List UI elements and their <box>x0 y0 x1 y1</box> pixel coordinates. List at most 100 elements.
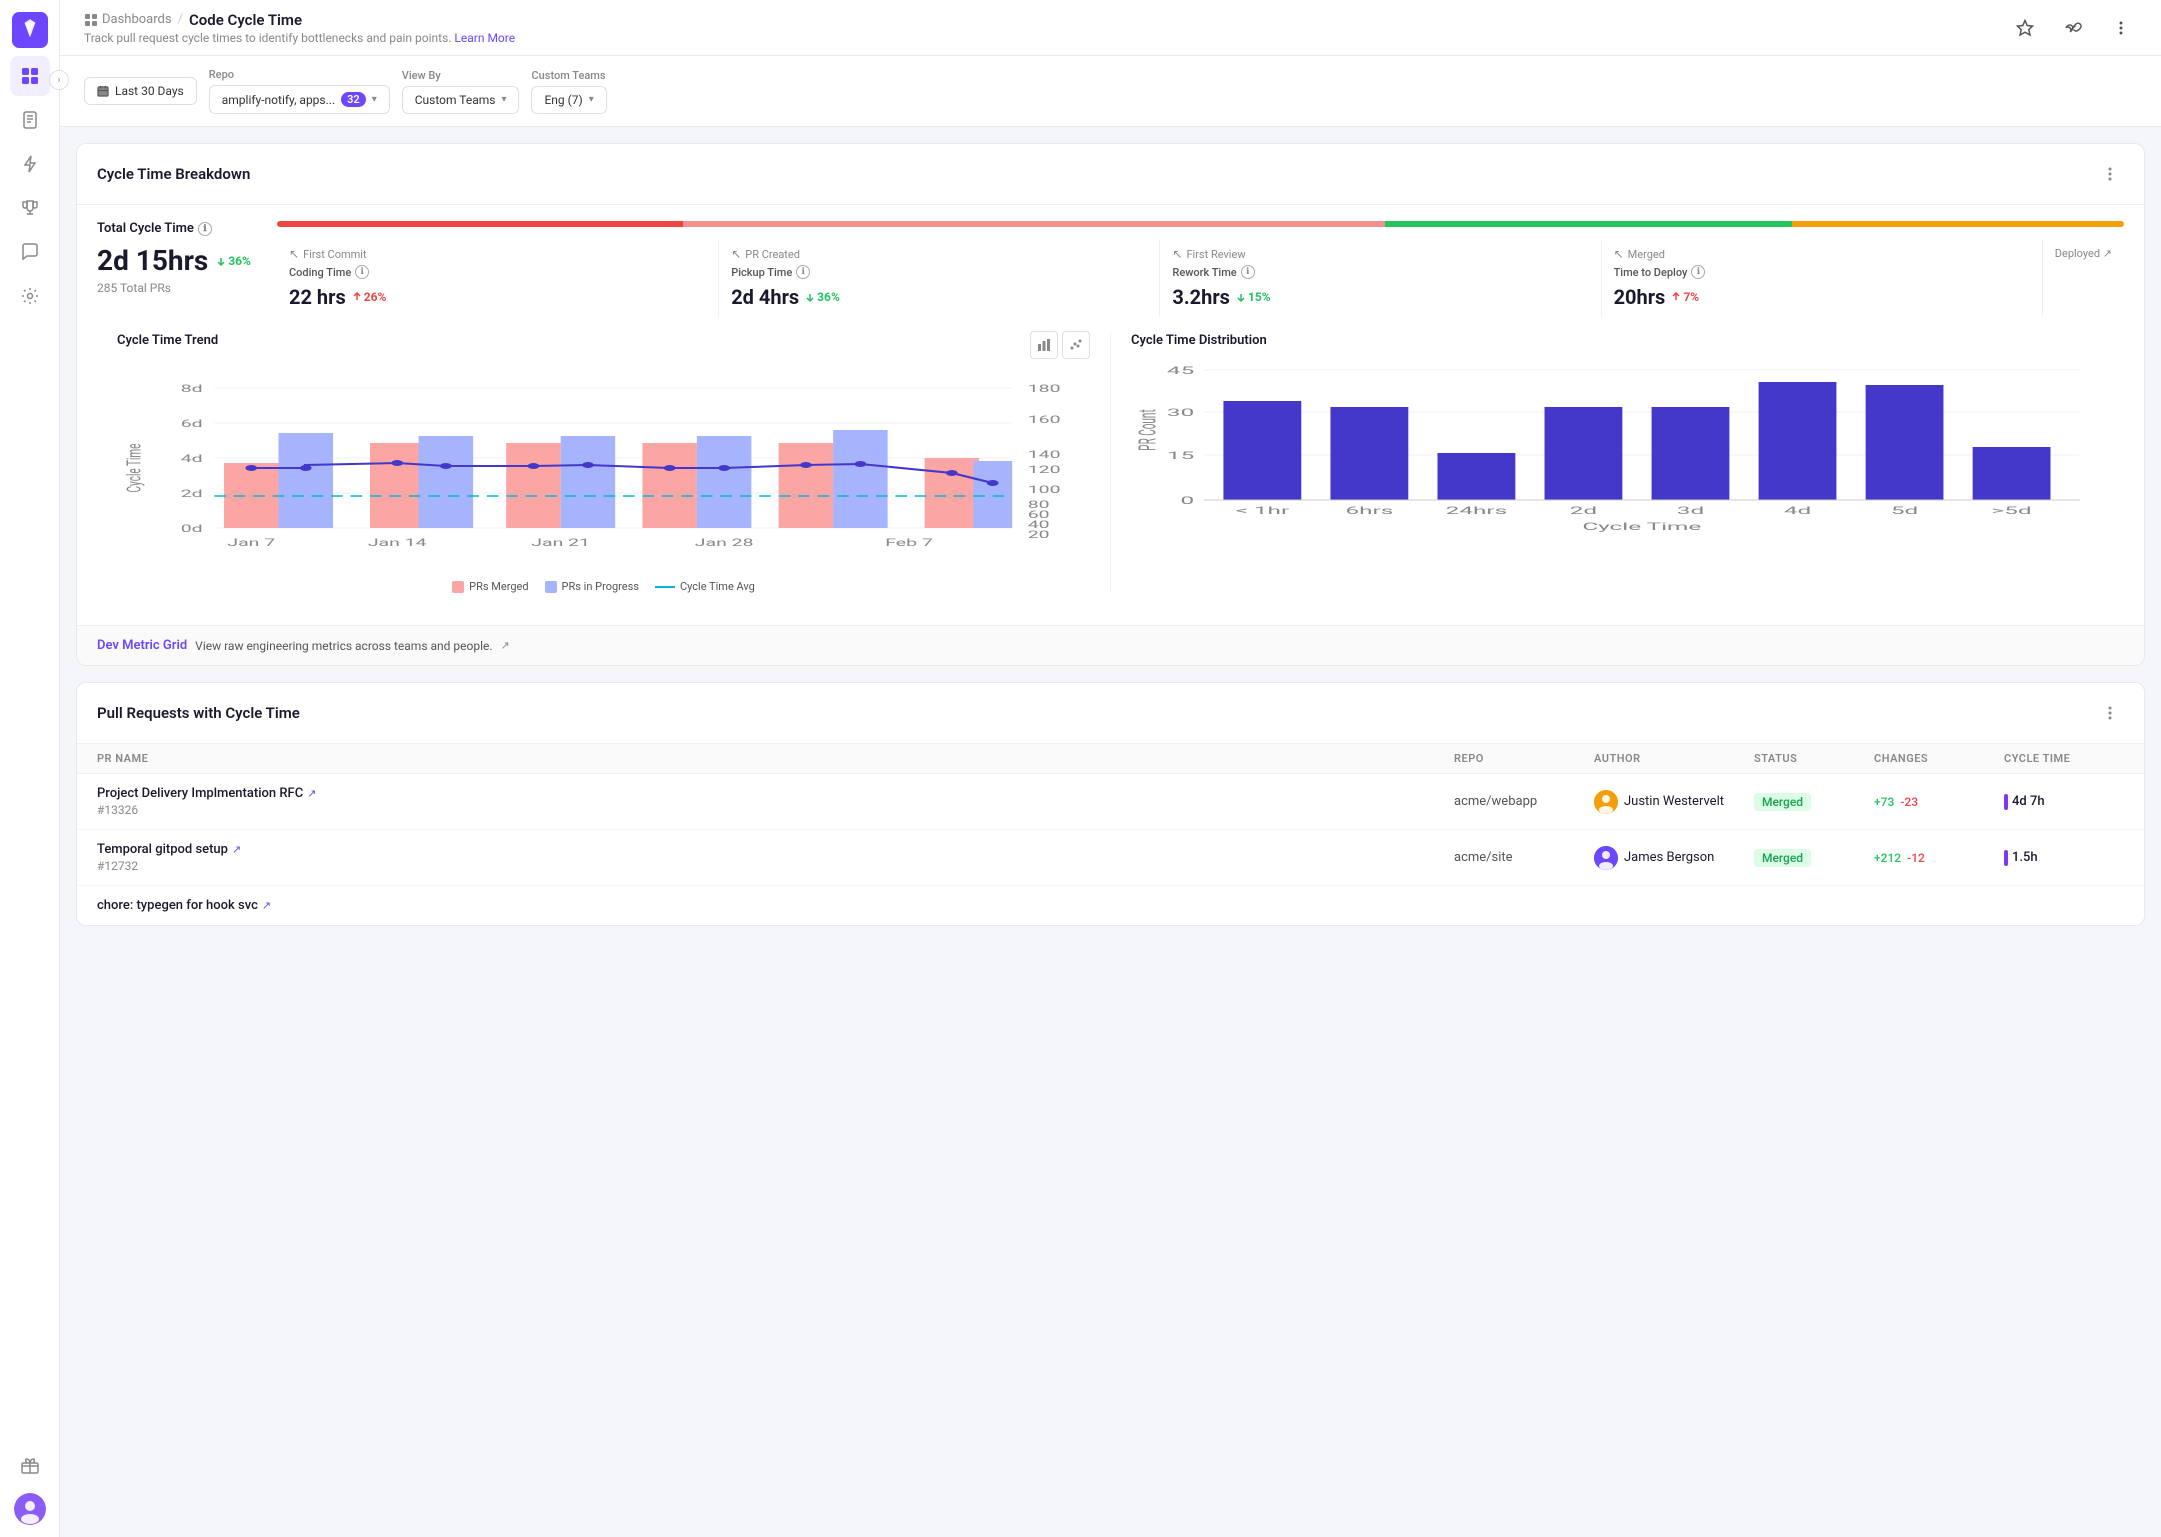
svg-text:2d: 2d <box>1570 505 1597 517</box>
svg-text:30: 30 <box>1167 407 1194 419</box>
viewby-filter-button[interactable]: Custom Teams ▾ <box>402 86 520 114</box>
legend-prs-merged: PRs Merged <box>452 580 528 593</box>
pr-status-cell-1: Merged <box>1754 793 1874 811</box>
dev-metric-row: Dev Metric Grid View raw engineering met… <box>77 625 2144 665</box>
svg-text:6hrs: 6hrs <box>1345 505 1393 517</box>
pr-cycle-time-cell-2: 1.5h <box>2004 850 2124 866</box>
cycle-breakdown-header: Cycle Time Breakdown <box>77 144 2144 205</box>
dev-metric-external-icon: ↗ <box>501 639 510 652</box>
repo-chevron-icon: ▾ <box>372 94 377 105</box>
legend-merged-dot <box>452 581 464 593</box>
pr-repo-cell-1: acme/webapp <box>1454 794 1594 809</box>
coding-phase-col: ↖ First Commit Coding Time ℹ 22 hrs <box>277 239 718 317</box>
sidebar-item-settings[interactable] <box>10 276 50 316</box>
sidebar-toggle[interactable]: › <box>49 70 69 90</box>
table-row: chore: typegen for hook svc ↗ <box>77 886 2144 925</box>
dist-chart-svg: 45 30 15 0 <box>1131 360 2104 560</box>
pr-external-link-3[interactable]: ↗ <box>262 899 271 912</box>
sidebar-item-chat[interactable] <box>10 232 50 272</box>
pr-changes-cell-2: +212 -12 <box>1874 851 2004 865</box>
svg-text:Jan 7: Jan 7 <box>227 537 275 549</box>
rework-info-icon[interactable]: ℹ <box>1241 265 1255 279</box>
phases-grid: ↖ First Commit Coding Time ℹ 22 hrs <box>277 239 2124 317</box>
sidebar-item-gift[interactable] <box>10 1445 50 1485</box>
pr-external-link-2[interactable]: ↗ <box>232 843 241 856</box>
pr-repo-cell-2: acme/site <box>1454 850 1594 865</box>
col-header-changes: CHANGES <box>1874 752 2004 765</box>
teams-filter-label: Custom Teams <box>531 69 606 82</box>
cycle-breakdown-menu[interactable] <box>2096 160 2124 188</box>
sidebar-item-trophy[interactable] <box>10 188 50 228</box>
coding-info-icon[interactable]: ℹ <box>355 265 369 279</box>
breadcrumb-parent[interactable]: Dashboards <box>84 12 172 27</box>
svg-text:100: 100 <box>1028 484 1061 496</box>
pr-table-section: Pull Requests with Cycle Time PR NAME RE… <box>76 682 2145 926</box>
user-avatar[interactable] <box>14 1493 46 1525</box>
teams-filter-value: Eng (7) <box>544 93 582 107</box>
dev-metric-link[interactable]: Dev Metric Grid <box>97 638 187 653</box>
chart-legend: PRs Merged PRs in Progress Cycle Time Av… <box>117 580 1090 593</box>
pickup-info-icon[interactable]: ℹ <box>796 265 810 279</box>
bar-chart-icon-button[interactable] <box>1030 331 1058 359</box>
more-menu-button[interactable] <box>2105 12 2137 44</box>
pr-name-cell: Project Delivery Implmentation RFC ↗ #13… <box>97 786 1454 817</box>
col-header-repo: REPO <box>1454 752 1594 765</box>
col-header-status: STATUS <box>1754 752 1874 765</box>
coding-phase-value: 22 hrs 26% <box>289 285 706 309</box>
table-row: Project Delivery Implmentation RFC ↗ #13… <box>77 774 2144 830</box>
pr-external-link-1[interactable]: ↗ <box>307 787 316 800</box>
pr-table-menu[interactable] <box>2096 699 2124 727</box>
status-badge-2: Merged <box>1754 849 1811 867</box>
deploy-phase-label: Time to Deploy ℹ <box>1614 265 2030 279</box>
page-content: Last 30 Days Repo amplify-notify, apps..… <box>60 56 2161 1537</box>
pickup-phase-header: ↖ PR Created <box>731 247 1147 261</box>
deploy-phase-col: ↖ Merged Time to Deploy ℹ 20hrs <box>1601 239 2042 317</box>
total-info-icon[interactable]: ℹ <box>198 222 212 236</box>
trend-chart-title: Cycle Time Trend <box>117 333 218 348</box>
trend-chart: Cycle Time Trend <box>117 333 1111 593</box>
svg-text:24hrs: 24hrs <box>1446 505 1507 517</box>
svg-text:140: 140 <box>1028 449 1061 461</box>
phases-container: ↖ First Commit Coding Time ℹ 22 hrs <box>277 221 2124 317</box>
viewby-chevron-icon: ▾ <box>501 94 506 105</box>
date-filter-button[interactable]: Last 30 Days <box>84 77 197 105</box>
learn-more-link[interactable]: Learn More <box>454 31 515 45</box>
date-filter-label: Last 30 Days <box>115 84 184 98</box>
svg-text:3d: 3d <box>1677 505 1704 517</box>
table-row: Temporal gitpod setup ↗ #12732 acme/site… <box>77 830 2144 886</box>
rework-phase-value: 3.2hrs 15% <box>1172 285 1588 309</box>
sidebar-item-lightning[interactable] <box>10 144 50 184</box>
legend-progress-dot <box>545 581 557 593</box>
app-logo[interactable] <box>12 12 48 52</box>
rework-phase-col: ↖ First Review Rework Time ℹ 3.2hrs <box>1159 239 1600 317</box>
date-filter-group: Last 30 Days <box>84 77 197 105</box>
svg-text:Jan 28: Jan 28 <box>695 537 754 549</box>
total-prs-count: 285 Total PRs <box>97 281 257 295</box>
rework-phase-label: Rework Time ℹ <box>1172 265 1588 279</box>
pr-table-column-headers: PR NAME REPO AUTHOR STATUS CHANGES CYCLE… <box>77 744 2144 774</box>
pickup-phase-value: 2d 4hrs 36% <box>731 285 1147 309</box>
sidebar-item-dashboard[interactable] <box>10 56 50 96</box>
sidebar-item-documents[interactable] <box>10 100 50 140</box>
cycle-time-bar-1 <box>2004 794 2008 810</box>
repo-count-badge: 32 <box>341 92 366 107</box>
scatter-chart-icon-button[interactable] <box>1062 331 1090 359</box>
repo-filter-button[interactable]: amplify-notify, apps... 32 ▾ <box>209 85 390 114</box>
pr-changes-cell-1: +73 -23 <box>1874 795 2004 809</box>
pr-author-cell-2: James Bergson <box>1594 846 1754 870</box>
dist-chart-title: Cycle Time Distribution <box>1131 333 2104 348</box>
pr-table: PR NAME REPO AUTHOR STATUS CHANGES CYCLE… <box>77 744 2144 925</box>
svg-text:4d: 4d <box>1784 505 1811 517</box>
cycle-time-bar-2 <box>2004 850 2008 866</box>
breadcrumb: Dashboards / Code Cycle Time <box>84 11 515 29</box>
svg-text:45: 45 <box>1167 365 1194 377</box>
phases-progress-bar <box>277 221 2124 227</box>
deploy-info-icon[interactable]: ℹ <box>1691 265 1705 279</box>
star-button[interactable] <box>2009 12 2041 44</box>
svg-text:8d: 8d <box>181 383 203 395</box>
author-avatar-2 <box>1594 846 1618 870</box>
main-content: Dashboards / Code Cycle Time Track pull … <box>60 0 2161 1537</box>
svg-text:20: 20 <box>1028 529 1050 541</box>
link-button[interactable] <box>2057 12 2089 44</box>
teams-filter-button[interactable]: Eng (7) ▾ <box>531 86 606 114</box>
